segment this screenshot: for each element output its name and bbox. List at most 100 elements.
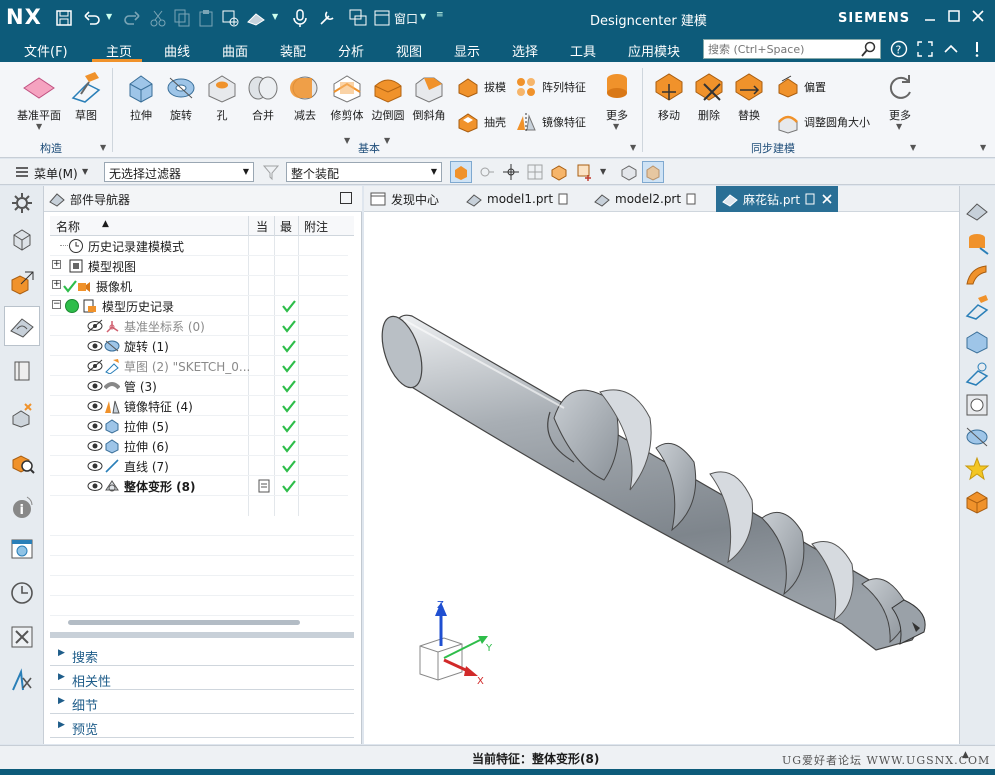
block-shortcut-icon[interactable] bbox=[964, 488, 990, 514]
dependencies-panel[interactable]: ▶ 相关性 bbox=[50, 668, 354, 690]
subtract-button[interactable]: 减去 bbox=[284, 70, 326, 123]
redo-icon[interactable] bbox=[122, 8, 142, 28]
part-navigator-tab[interactable] bbox=[4, 306, 40, 346]
window-switch-icon[interactable] bbox=[348, 8, 368, 28]
window-icon[interactable] bbox=[372, 8, 392, 28]
menu-file[interactable]: 文件(F) bbox=[24, 41, 68, 60]
replace-face-button[interactable]: 替换 bbox=[728, 70, 770, 123]
menu-surface[interactable]: 曲面 bbox=[222, 41, 248, 60]
trim-body-dropdown-icon[interactable]: ▼ bbox=[344, 136, 350, 145]
column-name[interactable]: 名称 bbox=[56, 218, 80, 235]
hole-shortcut-icon[interactable] bbox=[964, 392, 990, 418]
tab-model1[interactable]: model1.prt bbox=[466, 188, 570, 210]
expand-toggle[interactable]: + bbox=[52, 260, 61, 269]
menu-display[interactable]: 显示 bbox=[454, 41, 480, 60]
tree-item-model-history[interactable]: − 模型历史记录 bbox=[50, 296, 348, 316]
datum-plane-dropdown-icon[interactable]: ▼ bbox=[36, 122, 42, 131]
basic-more-dropdown-icon[interactable]: ▼ bbox=[613, 122, 619, 131]
quick-access-more-icon[interactable]: ≡ bbox=[436, 10, 444, 20]
help-icon[interactable]: ? bbox=[890, 40, 908, 58]
shading-dropdown-icon[interactable]: ▼ bbox=[272, 12, 278, 21]
edge-blend-dropdown-icon[interactable]: ▼ bbox=[384, 136, 390, 145]
feature-revolve[interactable]: 旋转 (1) bbox=[50, 336, 348, 356]
feature-global-shaping[interactable]: 整体变形 (8) bbox=[50, 476, 348, 496]
shading-icon[interactable] bbox=[246, 8, 266, 28]
sketch-button[interactable]: 草图 bbox=[66, 70, 106, 123]
horizontal-scrollbar[interactable] bbox=[68, 620, 300, 625]
select-body-icon[interactable] bbox=[550, 163, 568, 181]
menu-curve[interactable]: 曲线 bbox=[164, 41, 190, 60]
extrude-shortcut-icon[interactable] bbox=[964, 328, 990, 354]
details-panel[interactable]: ▶ 细节 bbox=[50, 692, 354, 714]
menu-select[interactable]: 选择 bbox=[512, 41, 538, 60]
datum-plane-button[interactable]: 基准平面 bbox=[14, 70, 64, 123]
resize-blend-button[interactable]: 调整圆角大小 bbox=[776, 110, 870, 134]
delete-face-button[interactable]: 删除 bbox=[688, 70, 730, 123]
revolve-button[interactable]: 旋转 bbox=[160, 70, 202, 123]
favorites-icon[interactable] bbox=[964, 456, 990, 482]
basic-more-button[interactable]: 更多 bbox=[600, 70, 634, 123]
sync-more-dropdown-icon[interactable]: ▼ bbox=[896, 122, 902, 131]
collapse-toggle[interactable]: − bbox=[52, 300, 61, 309]
close-tab-icon[interactable] bbox=[822, 194, 832, 204]
ribbon-options-icon[interactable]: ▼ bbox=[980, 143, 986, 152]
statusbar-scroll-up-icon[interactable]: ▲ bbox=[962, 750, 969, 760]
revolve-shortcut-icon[interactable] bbox=[964, 424, 990, 450]
column-latest[interactable]: 最 bbox=[280, 218, 292, 235]
quick-pick-icon[interactable] bbox=[964, 230, 990, 256]
tool-icon[interactable] bbox=[318, 8, 338, 28]
alert-icon[interactable] bbox=[972, 40, 982, 58]
menu-analysis[interactable]: 分析 bbox=[338, 41, 364, 60]
extrude-button[interactable]: 拉伸 bbox=[120, 70, 162, 123]
copy-icon[interactable] bbox=[172, 8, 192, 28]
close-button[interactable] bbox=[970, 8, 986, 24]
select-features-icon[interactable] bbox=[450, 161, 472, 183]
feature-mirror[interactable]: 镜像特征 (4) bbox=[50, 396, 348, 416]
feature-tube[interactable]: 管 (3) bbox=[50, 376, 348, 396]
tab-discovery-center[interactable]: 发现中心 bbox=[370, 188, 439, 210]
shell-button[interactable]: 抽壳 bbox=[456, 110, 506, 134]
history-icon[interactable] bbox=[9, 580, 35, 606]
cut-icon[interactable] bbox=[148, 8, 168, 28]
edge-blend-button[interactable]: 边倒圆 bbox=[368, 70, 408, 123]
minimize-button[interactable] bbox=[922, 8, 938, 24]
graphics-window[interactable]: 发现中心 model1.prt model2.prt 麻花钻.prt Z Y X bbox=[364, 186, 959, 744]
tree-item-model-views[interactable]: + 模型视图 bbox=[50, 256, 348, 276]
window-menu[interactable]: 窗口 bbox=[394, 10, 418, 27]
main-menu-button[interactable]: 菜单(M) bbox=[34, 165, 78, 182]
mirror-feature-button[interactable]: 镜像特征 bbox=[514, 110, 586, 134]
paste-icon[interactable] bbox=[196, 8, 216, 28]
column-comment[interactable]: 附注 bbox=[304, 218, 328, 235]
process-studio-icon[interactable] bbox=[9, 668, 35, 694]
tab-model2[interactable]: model2.prt bbox=[594, 188, 698, 210]
save-icon[interactable] bbox=[54, 8, 74, 28]
unite-button[interactable]: 合并 bbox=[242, 70, 284, 123]
show-hide-icon[interactable] bbox=[620, 163, 638, 181]
funnel-icon[interactable] bbox=[262, 163, 280, 181]
menu-tools[interactable]: 工具 bbox=[570, 41, 596, 60]
pattern-feature-button[interactable]: 阵列特征 bbox=[514, 75, 586, 99]
snap-point-icon[interactable] bbox=[478, 163, 496, 181]
menu-assembly[interactable]: 装配 bbox=[280, 41, 306, 60]
menu-applications[interactable]: 应用模块 bbox=[628, 41, 680, 60]
search-panel[interactable]: ▶ 搜索 bbox=[50, 644, 354, 666]
touch-mode-icon[interactable] bbox=[220, 8, 240, 28]
select-point-icon[interactable] bbox=[576, 163, 594, 181]
feature-datum-csys[interactable]: 基准坐标系 (0) bbox=[50, 316, 348, 336]
sketch-curve-shortcut-icon[interactable] bbox=[964, 360, 990, 386]
menu-home[interactable]: 主页 bbox=[106, 41, 132, 60]
feature-extrude-6[interactable]: 拉伸 (6) bbox=[50, 436, 348, 456]
navigator-maximize-button[interactable] bbox=[340, 192, 352, 204]
command-search-input[interactable] bbox=[703, 39, 881, 59]
menu-view[interactable]: 视图 bbox=[396, 41, 422, 60]
sort-ascending-icon[interactable]: ▲ bbox=[102, 219, 109, 229]
assembly-navigator-icon[interactable] bbox=[9, 226, 35, 252]
sync-group-expand-icon[interactable]: ▼ bbox=[910, 143, 916, 152]
snap-vertex-icon[interactable] bbox=[502, 163, 520, 181]
undo-dropdown-icon[interactable]: ▼ bbox=[106, 12, 112, 21]
constraint-navigator-icon[interactable] bbox=[9, 270, 35, 296]
preview-panel[interactable]: ▶ 预览 bbox=[50, 716, 354, 738]
menu-hamburger-icon[interactable] bbox=[14, 164, 30, 180]
fullscreen-icon[interactable] bbox=[916, 40, 934, 58]
transparent-icon[interactable] bbox=[642, 161, 664, 183]
